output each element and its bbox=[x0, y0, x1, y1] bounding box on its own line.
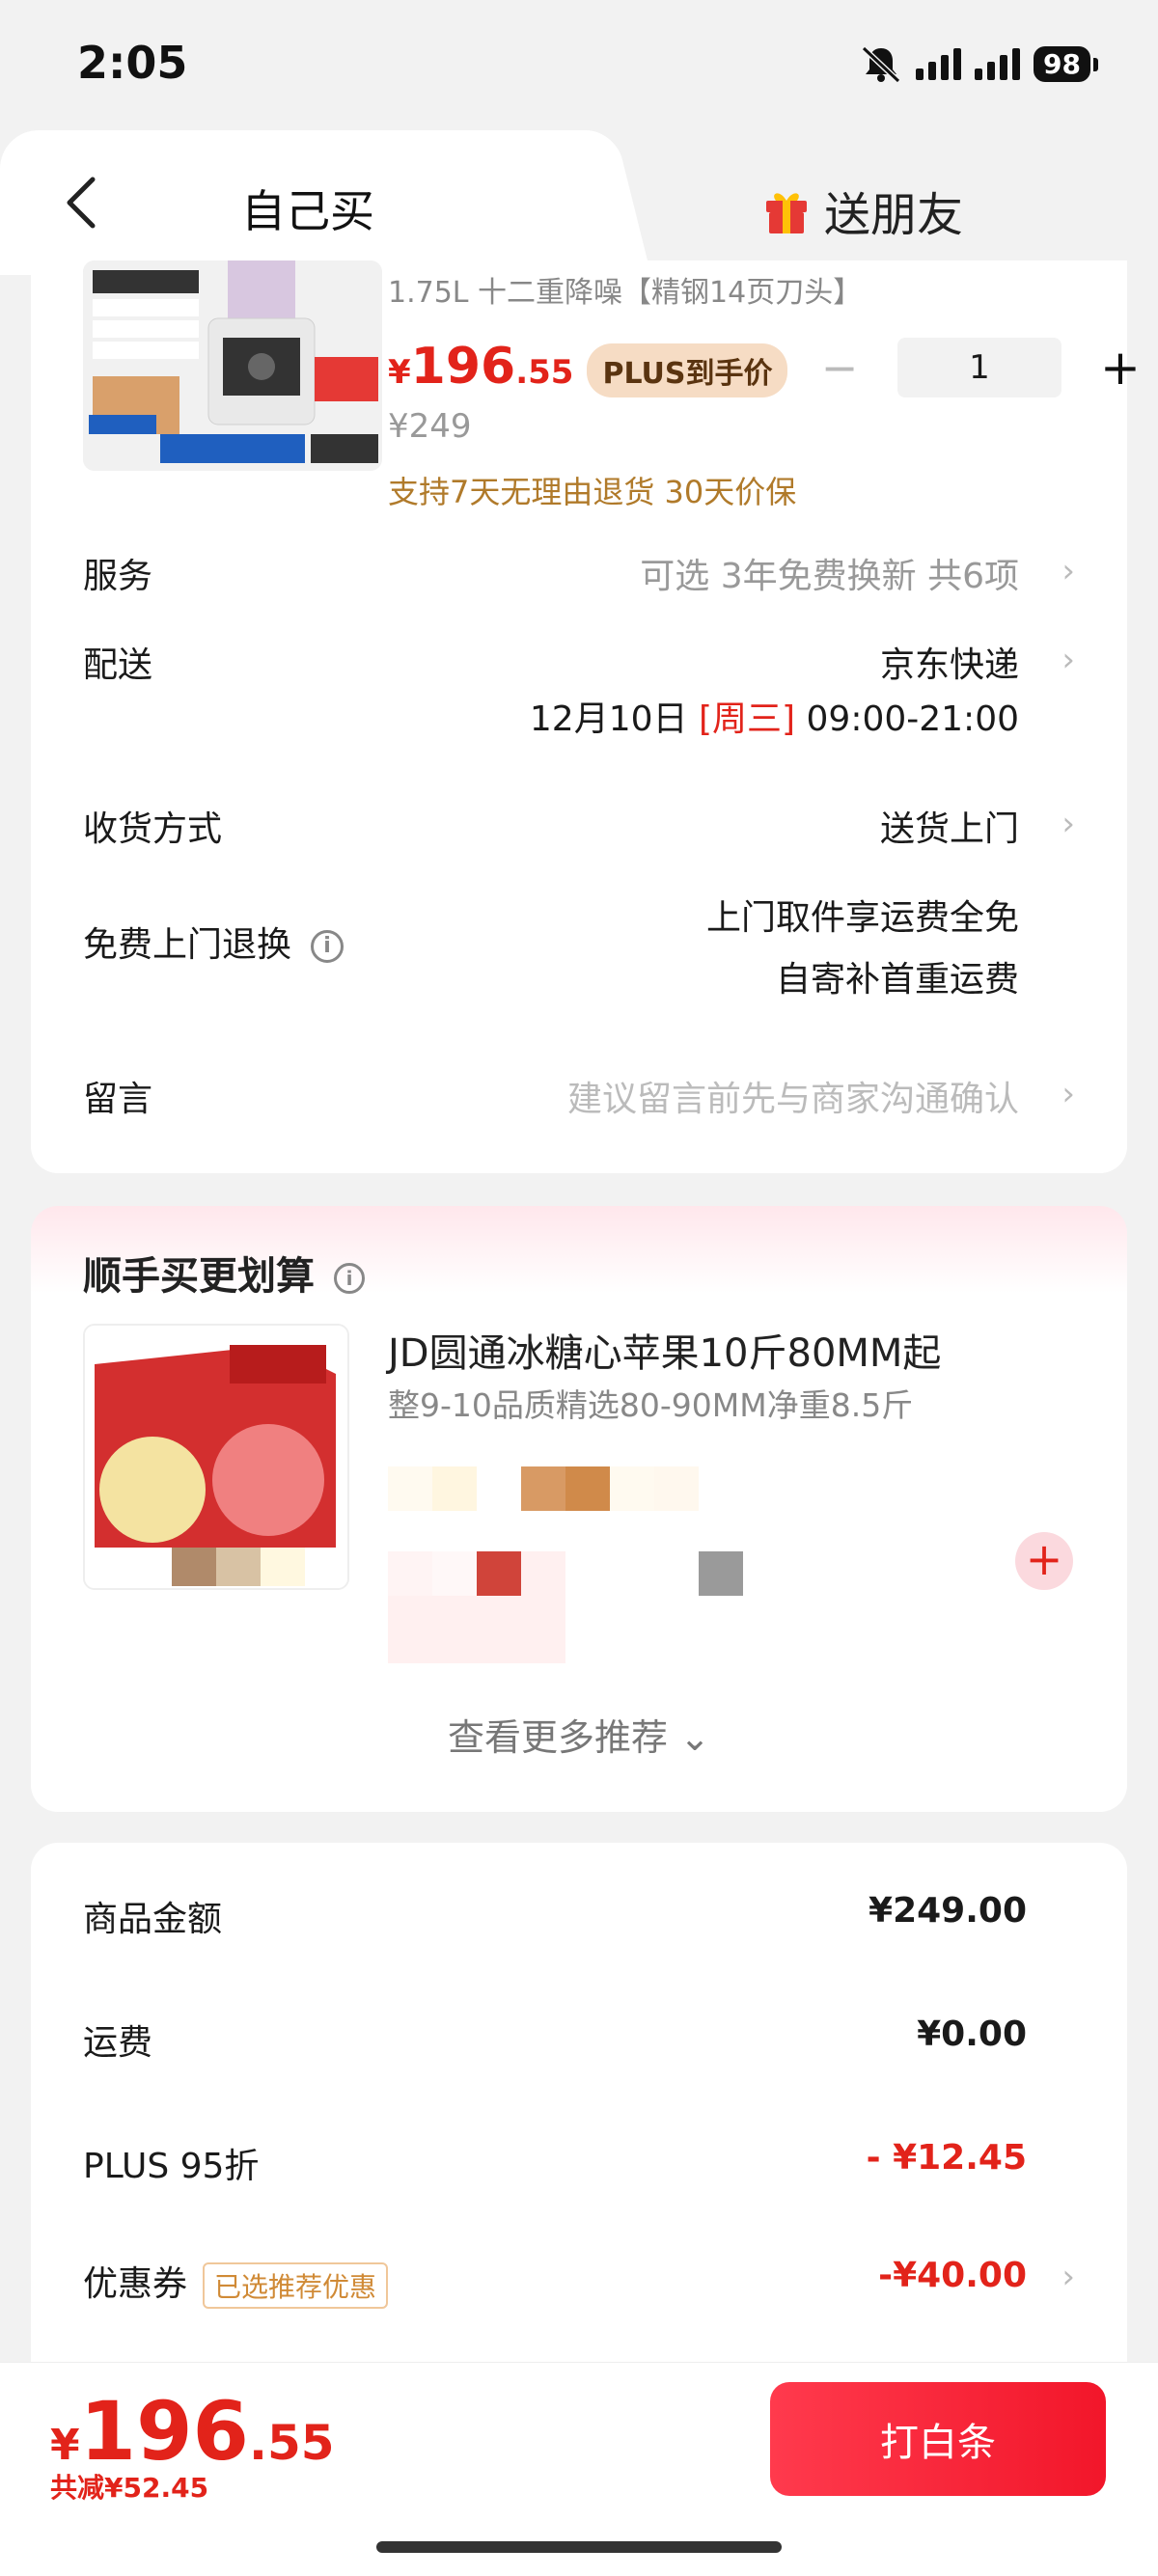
chevron-right-icon: › bbox=[1062, 1075, 1075, 1113]
service-value: 可选 3年免费换新 共6项 bbox=[640, 557, 1019, 596]
plus-badge: PLUS到手价 bbox=[587, 343, 788, 397]
quantity-stepper: − 1 + bbox=[820, 338, 1141, 397]
recommend-title: 顺手买更划算 i bbox=[83, 1245, 365, 1301]
price-yen: ¥ bbox=[388, 353, 411, 392]
blender-picture bbox=[83, 260, 382, 471]
info-icon[interactable]: i bbox=[311, 930, 345, 963]
status-icons: 98 bbox=[860, 44, 1098, 83]
chevron-right-icon: › bbox=[1062, 2258, 1075, 2296]
service-label: 服务 bbox=[83, 557, 153, 596]
price-dec: .55 bbox=[515, 353, 574, 392]
more-recommend-link[interactable]: 查看更多推荐 ⌄ bbox=[31, 1708, 1127, 1761]
free-return-row: 免费上门退换 i 上门取件享运费全免自寄补首重运费 bbox=[83, 888, 1075, 1003]
status-bar: 2:05 98 bbox=[0, 0, 1158, 130]
free-return-text: 免费上门退换 bbox=[83, 925, 292, 965]
battery-icon: 98 bbox=[1034, 45, 1098, 82]
delivery-time: 12月10日 [周三] 09:00-21:00 bbox=[530, 691, 1019, 741]
total-dec: .55 bbox=[248, 2415, 335, 2471]
blurred-price-2 bbox=[388, 1596, 565, 1663]
goods-value: ¥249.00 bbox=[868, 1891, 1027, 1931]
total-int: 196 bbox=[79, 2384, 249, 2479]
mute-bell-icon bbox=[861, 45, 901, 83]
goods-label: 商品金额 bbox=[83, 1900, 223, 1939]
delivery-date: 12月10日 bbox=[529, 699, 688, 739]
delivery-weekday: [周三] bbox=[698, 699, 796, 739]
product-subtitle: 1.75L 十二重降噪【精钢14页刀头】 bbox=[388, 276, 863, 310]
gift-icon bbox=[766, 193, 807, 233]
recommend-card: 顺手买更划算 i JD圆通冰糖心苹果10斤80MM起 整9-10品质精选80-90… bbox=[31, 1206, 1127, 1812]
blurred-price bbox=[388, 1551, 743, 1596]
tab-friend[interactable]: 送朋友 bbox=[762, 177, 963, 244]
home-indicator[interactable] bbox=[376, 2541, 782, 2553]
free-return-line2: 自寄补首重运费 bbox=[775, 960, 1019, 1000]
product-image[interactable] bbox=[83, 260, 382, 471]
info-icon[interactable]: i bbox=[334, 1263, 365, 1294]
receive-value: 送货上门 bbox=[879, 809, 1019, 849]
shipping-value: ¥0.00 bbox=[917, 2014, 1027, 2054]
blurred-tags bbox=[388, 1466, 699, 1511]
delivery-label: 配送 bbox=[83, 645, 153, 685]
total-price: ¥196.55 bbox=[50, 2384, 335, 2479]
recommend-item-name[interactable]: JD圆通冰糖心苹果10斤80MM起 bbox=[388, 1322, 941, 1378]
plus-discount-label: PLUS 95折 bbox=[83, 2147, 260, 2186]
original-price: ¥249 bbox=[388, 407, 472, 446]
guarantee-text: 支持7天无理由退货 30天价保 bbox=[388, 474, 797, 510]
tab-friend-label: 送朋友 bbox=[824, 188, 964, 242]
coupon-label: 优惠券 已选推荐优惠 bbox=[83, 2256, 389, 2309]
recommend-title-text: 顺手买更划算 bbox=[83, 1254, 315, 1299]
coupon-label-text: 优惠券 bbox=[83, 2264, 188, 2304]
tab-self[interactable]: 自己买 bbox=[241, 177, 374, 240]
plus-button[interactable]: + bbox=[1100, 340, 1141, 396]
chevron-right-icon: › bbox=[1062, 641, 1075, 679]
plus-discount-value: - ¥12.45 bbox=[866, 2138, 1027, 2178]
signal-icon bbox=[916, 47, 962, 80]
quantity-input[interactable]: 1 bbox=[897, 338, 1062, 397]
pay-button[interactable]: 打白条 bbox=[770, 2382, 1106, 2496]
total-yen: ¥ bbox=[50, 2421, 80, 2470]
price-int: 196 bbox=[410, 338, 516, 396]
back-arrow-icon[interactable] bbox=[58, 174, 106, 232]
add-recommend-button[interactable]: + bbox=[1015, 1532, 1073, 1590]
apple-box-picture bbox=[85, 1326, 347, 1588]
chevron-right-icon: › bbox=[1062, 552, 1075, 590]
total-saved[interactable]: 共减¥52.45 bbox=[50, 2467, 208, 2506]
chevron-down-icon: ⌄ bbox=[679, 1716, 710, 1759]
receive-label: 收货方式 bbox=[83, 809, 223, 849]
message-input[interactable]: 建议留言前先与商家沟通确认 bbox=[567, 1071, 1019, 1121]
free-return-line1: 上门取件享运费全免 bbox=[705, 898, 1019, 938]
recommend-image[interactable] bbox=[83, 1324, 349, 1590]
message-label: 留言 bbox=[83, 1080, 153, 1119]
chevron-right-icon: › bbox=[1062, 805, 1075, 843]
delivery-window: 09:00-21:00 bbox=[806, 699, 1019, 739]
more-recommend-text: 查看更多推荐 bbox=[448, 1716, 669, 1759]
tab-bar: 自己买 送朋友 bbox=[0, 130, 1158, 275]
coupon-tag: 已选推荐优惠 bbox=[203, 2262, 389, 2309]
coupon-value: -¥40.00 bbox=[878, 2256, 1027, 2295]
signal-icon-2 bbox=[975, 47, 1021, 80]
delivery-value: 京东快递 bbox=[879, 645, 1019, 685]
price-row: ¥196.55 PLUS到手价 bbox=[388, 338, 788, 397]
status-time: 2:05 bbox=[77, 37, 188, 89]
plus-price: ¥196.55 bbox=[388, 338, 573, 396]
minus-button[interactable]: − bbox=[820, 342, 859, 394]
free-return-label: 免费上门退换 i bbox=[83, 917, 345, 967]
order-card: 1.75L 十二重降噪【精钢14页刀头】 ¥196.55 PLUS到手价 − 1… bbox=[31, 260, 1141, 1173]
shipping-label: 运费 bbox=[83, 2023, 153, 2063]
recommend-item-desc: 整9-10品质精选80-90MM净重8.5斤 bbox=[388, 1386, 914, 1424]
free-return-value: 上门取件享运费全免自寄补首重运费 bbox=[706, 888, 1019, 1011]
